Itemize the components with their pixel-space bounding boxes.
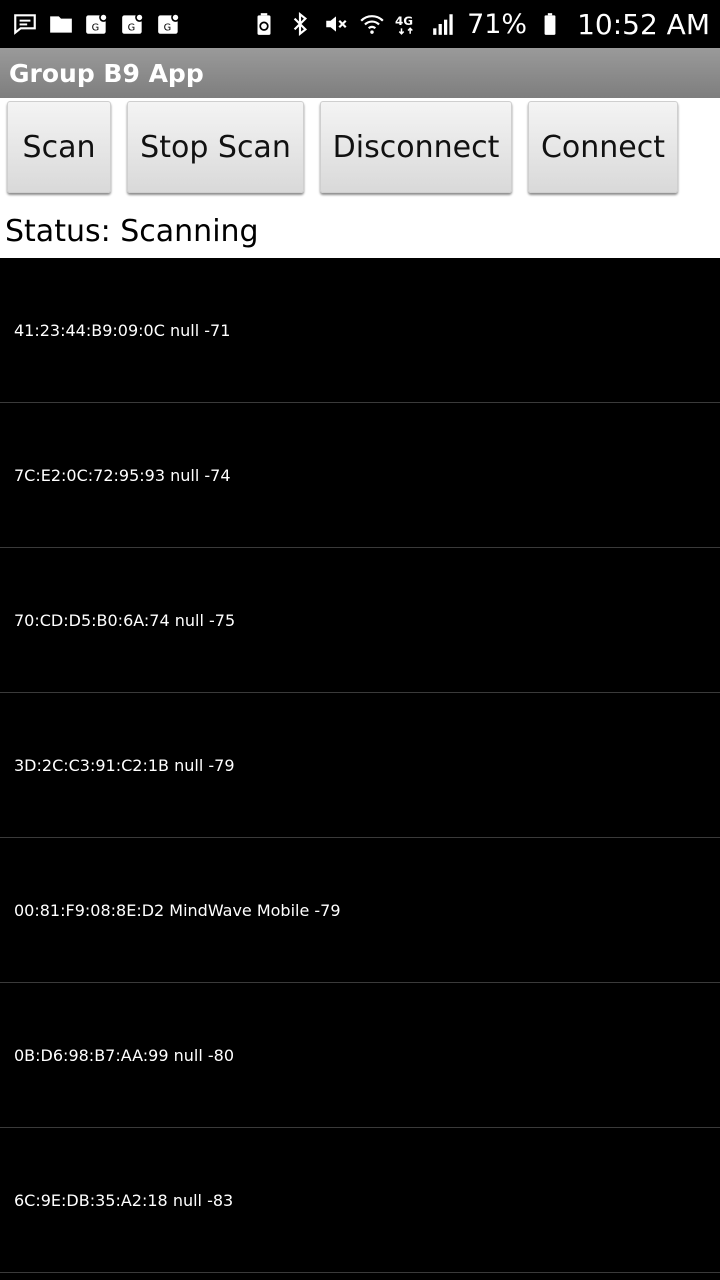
location-game-icon: G [84, 11, 110, 37]
device-list-item[interactable]: 0B:D6:98:B7:AA:99 null -80 [0, 983, 720, 1128]
connect-button[interactable]: Connect [528, 101, 678, 193]
device-list-item[interactable]: 00:81:F9:08:8E:D2 MindWave Mobile -79 [0, 838, 720, 983]
system-icons: 4G 71% 10:52 AM [251, 8, 710, 41]
disconnect-button[interactable]: Disconnect [320, 101, 512, 193]
status-text: Status: Scanning [5, 214, 259, 249]
device-list-item[interactable]: 6C:9E:DB:35:A2:18 null -83 [0, 1128, 720, 1273]
battery-saver-icon [251, 11, 277, 37]
wifi-icon [359, 11, 385, 37]
bluetooth-icon [287, 11, 313, 37]
lte-icon: 4G [395, 11, 421, 37]
location-game-icon: G [156, 11, 182, 37]
scan-button[interactable]: Scan [7, 101, 111, 193]
device-list-item[interactable]: 3D:2C:C3:91:C2:1B null -79 [0, 693, 720, 838]
location-game-icon: G [120, 11, 146, 37]
battery-percent: 71% [467, 8, 528, 40]
battery-icon [537, 11, 563, 37]
svg-text:G: G [164, 23, 172, 34]
device-list-item[interactable]: 70:CD:D5:B0:6A:74 null -75 [0, 548, 720, 693]
message-icon [12, 11, 38, 37]
folder-icon [48, 11, 74, 37]
control-panel: Scan Stop Scan Disconnect Connect Status… [0, 98, 720, 258]
signal-icon [431, 11, 457, 37]
device-list-item[interactable]: 7C:E2:0C:72:95:93 null -74 [0, 403, 720, 548]
svg-text:4G: 4G [395, 14, 413, 28]
svg-text:G: G [128, 23, 136, 34]
stop-scan-button[interactable]: Stop Scan [127, 101, 304, 193]
notification-icons: G G G [12, 11, 182, 37]
svg-text:G: G [92, 23, 100, 34]
device-list-item[interactable]: 41:23:44:B9:09:0C null -71 [0, 258, 720, 403]
mute-icon [323, 11, 349, 37]
status-bar: G G G 4G 71% 10:52 AM [0, 0, 720, 48]
app-title: Group B9 App [9, 58, 204, 88]
app-title-bar: Group B9 App [0, 48, 720, 98]
clock: 10:52 AM [577, 7, 710, 41]
device-list: 41:23:44:B9:09:0C null -71 7C:E2:0C:72:9… [0, 258, 720, 1273]
